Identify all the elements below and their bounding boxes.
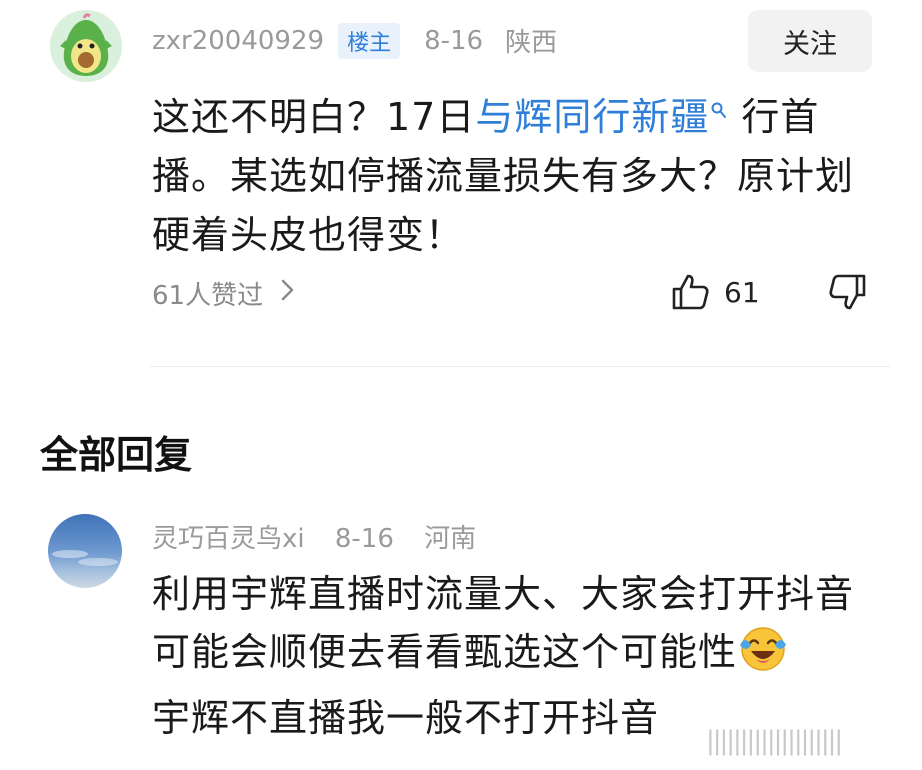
comment-body: 这还不明白？17日与辉同行新疆 行首播。某选如停播流量损失有多大？原计划硬着头皮也… — [152, 78, 858, 265]
avocado-avatar-icon — [50, 10, 122, 82]
section-title: 全部回复 — [40, 433, 193, 477]
comment-location: 陕西 — [505, 28, 558, 58]
reply-text-part2: 宇辉不直播我一般不打开抖音 — [152, 696, 660, 740]
chevron-right-icon — [281, 278, 295, 309]
username[interactable]: zxr20040929 — [152, 26, 324, 56]
reply-location: 河南 — [424, 524, 477, 554]
op-badge: 楼主 — [338, 22, 401, 59]
follow-button[interactable]: 关注 — [748, 10, 872, 72]
search-icon[interactable] — [711, 78, 727, 137]
reply-date: 8-16 — [334, 524, 394, 554]
avatar[interactable] — [48, 514, 122, 588]
likers-count-text: 61人赞过 — [152, 281, 264, 311]
laughing-crying-emoji-icon — [737, 623, 789, 689]
watermark: |||||||||||||||||||| — [706, 726, 843, 756]
username[interactable]: 灵巧百灵鸟xi — [152, 524, 305, 554]
sky-avatar-icon — [52, 550, 118, 566]
comment-text-before: 这还不明白？17日 — [152, 95, 476, 139]
reply-body: 利用宇辉直播时流量大、大家会打开抖音可能会顺便去看看甄选这个可能性 宇辉不直播我一… — [152, 565, 868, 747]
divider — [150, 366, 890, 367]
likers-link[interactable]: 61人赞过 — [152, 275, 295, 312]
reply-meta: 灵巧百灵鸟xi 8-16 河南 — [152, 518, 498, 555]
thumbs-down-icon[interactable] — [828, 272, 868, 316]
comment-thread: zxr20040929 楼主 8-16 陕西 关注 这还不明白？17日与辉同行新… — [0, 0, 922, 770]
comment-meta: zxr20040929 楼主 8-16 陕西 — [152, 22, 557, 59]
avatar[interactable] — [50, 10, 122, 82]
comment-date: 8-16 — [424, 25, 484, 56]
thumbs-up-icon[interactable] — [670, 272, 710, 316]
like-count: 61 — [724, 276, 760, 309]
topic-link[interactable]: 与辉同行新疆 — [475, 95, 709, 139]
